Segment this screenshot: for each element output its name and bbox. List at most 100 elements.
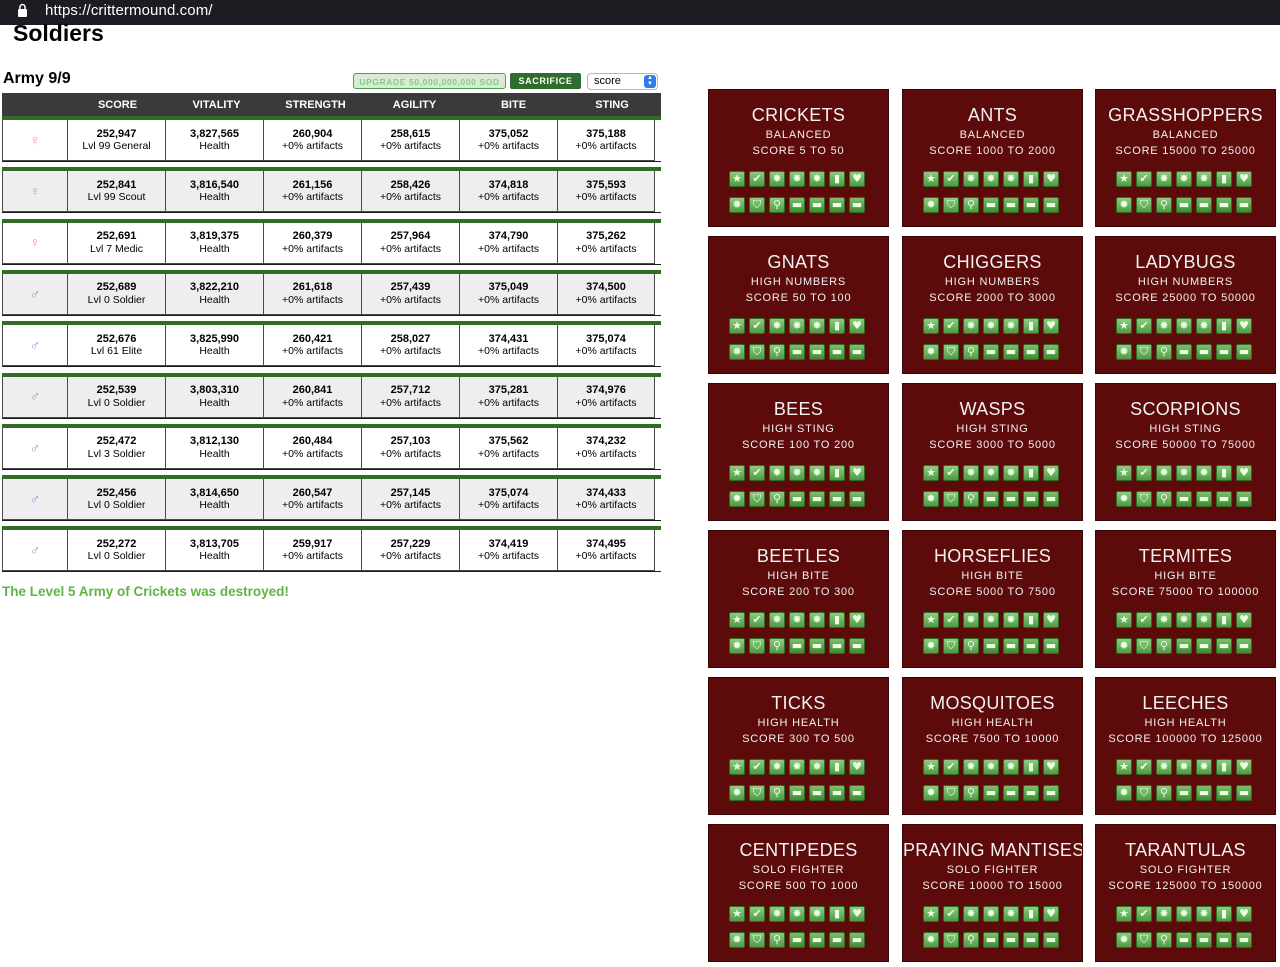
header-vitality[interactable]: VITALITY (167, 93, 266, 116)
header-score[interactable]: SCORE (68, 93, 167, 116)
reward-icons: ★ ✔ ✸ ✸ ✸ ▮ ♥ ✹ ⛉ ⚲ ▬ ▬ ▬ ▬ (729, 759, 870, 801)
magnifier-icon: ⚲ (1156, 932, 1172, 948)
sting-value: 375,074 (586, 332, 626, 345)
gear-icon: ✹ (729, 197, 745, 213)
table-row[interactable]: ♂ 252,539 Lvl 0 Soldier 3,803,310 Health 260,… (2, 372, 661, 421)
enemy-card-mosquitoes[interactable]: MOSQUITOES HIGH HEALTH SCORE 7500 TO 10000… (902, 677, 1083, 815)
table-row[interactable]: ♀ 252,947 Lvl 99 General 3,827,565 Health 260… (2, 116, 661, 164)
score-cell: 252,539 Lvl 0 Soldier (67, 376, 166, 418)
star-icon: ★ (923, 465, 939, 481)
heart-icon: ♥ (1236, 171, 1252, 187)
table-row[interactable]: ♂ 252,472 Lvl 3 Soldier 3,812,130 Health 260,… (2, 423, 661, 472)
url-text[interactable]: https://crittermound.com/ (45, 2, 213, 20)
heart-icon: ♥ (1236, 759, 1252, 775)
heart-icon: ♥ (849, 171, 865, 187)
enemy-card-termites[interactable]: TERMITES HIGH BITE SCORE 75000 TO 100000 ★ ✔… (1095, 530, 1276, 668)
table-row[interactable]: ♂ 252,689 Lvl 0 Soldier 3,822,210 Health 261,… (2, 269, 661, 318)
upgrade-button[interactable]: UPGRADE 50,000,000,000 SOD (353, 73, 506, 89)
row-cells: ♂ 252,689 Lvl 0 Soldier 3,822,210 Health 261,… (2, 273, 661, 316)
block-icon: ▬ (1003, 638, 1019, 654)
burst-star-icon: ✸ (1176, 171, 1192, 187)
burst-star-icon: ✸ (809, 906, 825, 922)
table-row[interactable]: ♀ 252,841 Lvl 99 Scout 3,816,540 Health 261,1… (2, 167, 661, 215)
bite-cell: 374,790 +0% artifacts (459, 222, 558, 264)
table-row[interactable]: ♀ 252,691 Lvl 7 Medic 3,819,375 Health 260,37… (2, 218, 661, 267)
enemy-name: GRASSHOPPERS (1108, 105, 1263, 125)
vitality-sub: Health (199, 242, 230, 255)
table-row[interactable]: ♂ 252,676 Lvl 61 Elite 3,825,990 Health 260,4… (2, 321, 661, 369)
vitality-sub: Health (199, 550, 230, 563)
block-icon: ▬ (1216, 638, 1232, 654)
burst-star-icon: ✸ (1003, 171, 1019, 187)
strength-cell: 260,379 +0% artifacts (263, 222, 362, 264)
enemy-card-praying-mantises[interactable]: PRAYING MANTISES SOLO FIGHTER SCORE 10000 … (902, 824, 1083, 962)
block-icon: ▬ (1216, 197, 1232, 213)
burst-star-icon: ✸ (1156, 465, 1172, 481)
artifacts-label: +0% artifacts (575, 345, 637, 358)
enemy-name: CENTIPEDES (739, 840, 858, 860)
shield-icon: ⛉ (943, 638, 959, 654)
enemy-card-centipedes[interactable]: CENTIPEDES SOLO FIGHTER SCORE 500 TO 1000 ★… (708, 824, 889, 962)
block-icon: ▬ (1216, 932, 1232, 948)
enemy-card-gnats[interactable]: GNATS HIGH NUMBERS SCORE 50 TO 100 ★ ✔ ✸ ✸ ✸ ▮ ♥ ✹… (708, 236, 889, 374)
enemy-card-leeches[interactable]: LEECHES HIGH HEALTH SCORE 100000 TO 125000… (1095, 677, 1276, 815)
enemy-type: HIGH HEALTH (1144, 717, 1227, 729)
enemy-card-wasps[interactable]: WASPS HIGH STING SCORE 3000 TO 5000 ★ ✔ ✸ ✸ ✸ ▮ ♥… (902, 383, 1083, 521)
gear-icon: ✹ (1116, 197, 1132, 213)
vitality-value: 3,819,375 (190, 230, 239, 243)
browser-address-bar[interactable]: https://crittermound.com/ (0, 0, 1280, 25)
magnifier-icon: ⚲ (769, 638, 785, 654)
gear-icon: ✹ (729, 932, 745, 948)
header-sting[interactable]: STING (563, 93, 661, 116)
agility-value: 257,229 (390, 537, 431, 550)
rank-label: Lvl 0 Soldier (87, 550, 146, 563)
burst-star-icon: ✸ (963, 759, 979, 775)
enemy-card-chiggers[interactable]: CHIGGERS HIGH NUMBERS SCORE 2000 TO 3000 ★ ✔… (902, 236, 1083, 374)
table-row[interactable]: ♂ 252,456 Lvl 0 Soldier 3,814,650 Health 260,… (2, 475, 661, 523)
enemy-card-tarantulas[interactable]: TARANTULAS SOLO FIGHTER SCORE 125000 TO 15… (1095, 824, 1276, 962)
gear-icon: ✹ (729, 344, 745, 360)
header-strength[interactable]: STRENGTH (266, 93, 365, 116)
enemy-card-ladybugs[interactable]: LADYBUGS HIGH NUMBERS SCORE 25000 TO 50000… (1095, 236, 1276, 374)
burst-star-icon: ✸ (1196, 318, 1212, 334)
sacrifice-button[interactable]: SACRIFICE (510, 73, 581, 89)
enemy-card-ticks[interactable]: TICKS HIGH HEALTH SCORE 300 TO 500 ★ ✔ ✸ ✸ ✸ ▮ ♥ ✹… (708, 677, 889, 815)
table-row[interactable]: ♂ 252,272 Lvl 0 Soldier 3,813,705 Health 259,… (2, 526, 661, 574)
chevron-updown-icon: ▲ ▼ (644, 75, 656, 88)
enemy-name: PRAYING MANTISES (903, 840, 1083, 860)
block-icon: ▬ (789, 638, 805, 654)
scroll-icon: ▮ (1023, 612, 1039, 628)
sting-cell: 374,232 +0% artifacts (557, 427, 655, 469)
block-icon: ▬ (829, 197, 845, 213)
enemy-card-bees[interactable]: BEES HIGH STING SCORE 100 TO 200 ★ ✔ ✸ ✸ ✸ ▮ ♥ ✹ ⛉ ⚲… (708, 383, 889, 521)
enemy-score-range: SCORE 50000 TO 75000 (1115, 439, 1256, 451)
artifacts-label: +0% artifacts (478, 191, 539, 204)
sort-select[interactable]: score ▲ ▼ (587, 73, 658, 90)
score-cell: 252,947 Lvl 99 General (67, 120, 166, 161)
enemy-card-scorpions[interactable]: SCORPIONS HIGH STING SCORE 50000 TO 75000 ★… (1095, 383, 1276, 521)
block-icon: ▬ (809, 197, 825, 213)
enemy-card-ants[interactable]: ANTS BALANCED SCORE 1000 TO 2000 ★ ✔ ✸ ✸ ✸ ▮ ♥ ✹ ⛉ ⚲… (902, 89, 1083, 227)
score-value: 252,689 (96, 281, 137, 294)
page-title: Soldiers (13, 20, 104, 46)
enemy-type: HIGH NUMBERS (750, 276, 847, 288)
enemy-card-grasshoppers[interactable]: GRASSHOPPERS BALANCED SCORE 15000 TO 25000… (1095, 89, 1276, 227)
enemy-card-crickets[interactable]: CRICKETS BALANCED SCORE 5 TO 50 ★ ✔ ✸ ✸ ✸ ▮ ♥ ✹ ⛉ ⚲ ▬… (708, 89, 889, 227)
enemy-score-range: SCORE 10000 TO 15000 (922, 880, 1063, 892)
burst-star-icon: ✸ (789, 318, 805, 334)
vitality-value: 3,816,540 (190, 178, 239, 191)
enemy-card-beetles[interactable]: BEETLES HIGH BITE SCORE 200 TO 300 ★ ✔ ✸ ✸ ✸ ▮ ♥ ✹… (708, 530, 889, 668)
artifacts-label: +0% artifacts (478, 242, 539, 255)
enemy-card-horseflies[interactable]: HORSEFLIES HIGH BITE SCORE 5000 TO 7500 ★ ✔ ✸… (902, 530, 1083, 668)
block-icon: ▬ (829, 344, 845, 360)
header-bite[interactable]: BITE (464, 93, 563, 116)
block-icon: ▬ (849, 785, 865, 801)
strength-value: 260,841 (292, 384, 333, 396)
header-agility[interactable]: AGILITY (365, 93, 464, 116)
vitality-cell: 3,813,705 Health (165, 530, 264, 572)
gear-icon: ✹ (1116, 932, 1132, 948)
bite-cell: 375,052 +0% artifacts (459, 120, 558, 161)
enemy-type: HIGH HEALTH (757, 717, 840, 729)
score-cell: 252,841 Lvl 99 Scout (67, 171, 166, 213)
vitality-sub: Health (199, 396, 230, 409)
